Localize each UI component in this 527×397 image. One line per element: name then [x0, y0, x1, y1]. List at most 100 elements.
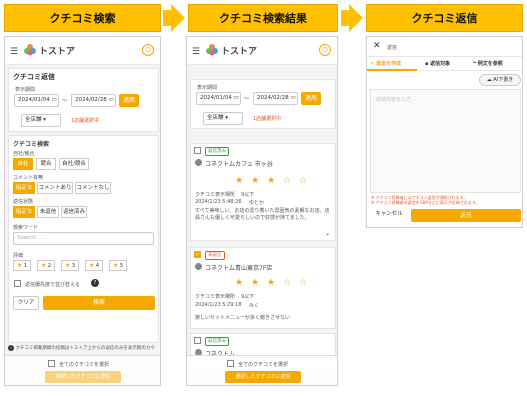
rating-option-2[interactable]: ★ 2: [37, 260, 55, 271]
comment-option-with[interactable]: コメントあり: [37, 182, 73, 194]
clear-button[interactable]: クリア: [13, 296, 39, 310]
store-select[interactable]: 全店舗 ▾: [21, 114, 61, 127]
page-title: クチコミ返信: [13, 73, 55, 81]
bulk-bar: 全てのクチコミを選択 選択したクチコミに返信: [5, 355, 160, 385]
sort-priority-checkbox[interactable]: [14, 280, 21, 287]
close-icon[interactable]: ✕: [373, 41, 381, 51]
review-checkbox[interactable]: ✓: [194, 251, 201, 258]
store-select[interactable]: 全店舗 ▾: [203, 112, 243, 125]
selected-stores-link[interactable]: 1店舗選択中: [71, 117, 99, 124]
step-label: クチコミ検索結果: [219, 12, 307, 25]
date-to-input[interactable]: 2024/02/28 ▭: [253, 92, 298, 105]
review-date: 2024/1/23 5:29:18: [195, 302, 242, 308]
reply-status-label: 返信状態: [13, 199, 34, 205]
pencil-icon: ✎: [370, 61, 375, 67]
selected-stores-link[interactable]: 1店舗選択中: [253, 115, 281, 122]
reply-selected-button[interactable]: 選択したクチコミに返信: [225, 371, 301, 383]
source-label: クチコミ表示場所: [195, 192, 236, 198]
store-name: コネクトムカフェ 市ヶ谷: [205, 161, 273, 168]
star-icon: ★: [112, 262, 119, 269]
quote-icon: ❝: [473, 61, 476, 67]
store-icon: [195, 159, 202, 166]
filter-card: 表示期間 2024/01/04 ▭ 〜 2024/02/28 ▭ 適用 全店舗 …: [190, 79, 336, 129]
owner-option-competitor[interactable]: 競合: [36, 158, 56, 170]
select-all-label: 全てのクチコミを選択: [238, 362, 289, 368]
comment-option-without[interactable]: コメントなし: [75, 182, 111, 194]
status-badge: 未返信: [205, 251, 225, 260]
power-icon[interactable]: ⏻: [319, 44, 331, 56]
apply-button[interactable]: 適用: [119, 94, 139, 107]
menu-icon[interactable]: ☰: [192, 47, 200, 57]
star-empty-icon: ☆: [299, 176, 308, 186]
select-all-checkbox[interactable]: [48, 360, 55, 367]
brand-name: トストア: [221, 47, 258, 57]
review-checkbox[interactable]: [194, 337, 201, 344]
reply-selected-button[interactable]: 選択したクチコミに返信: [45, 371, 121, 383]
step-banner-search: クチコミ検索: [4, 4, 161, 32]
comment-option-any[interactable]: 指定なし: [13, 182, 35, 201]
rating-option-3[interactable]: ★ 3: [61, 260, 79, 271]
select-all-checkbox[interactable]: [227, 360, 234, 367]
search-button[interactable]: 検索: [43, 296, 155, 310]
review-text: 楽しいセットメニューが多く飽きさせない: [195, 315, 291, 321]
app-header: ☰ トストア ⏻: [187, 37, 337, 65]
select-all-label: 全てのクチコミを選択: [59, 362, 110, 368]
star-icon: ★: [16, 262, 23, 269]
cancel-button[interactable]: キャンセル: [370, 209, 408, 222]
reply-textarea[interactable]: 返信内容を入力: [370, 89, 521, 193]
logo-icon: [206, 44, 218, 56]
date-to-input[interactable]: 2024/02/28 ▭: [71, 94, 116, 107]
period-label: 表示期間: [197, 85, 218, 91]
send-button[interactable]: 送信: [411, 209, 521, 222]
review-author: みく: [249, 303, 260, 309]
date-from-input[interactable]: 2024/01/04 ▭: [196, 92, 241, 105]
tab-examples[interactable]: ❝ 例文を参照: [473, 60, 503, 67]
period-label: 表示期間: [15, 87, 36, 93]
reply-option-any[interactable]: 指定なし: [13, 206, 35, 225]
keyword-label: 検索ワード: [13, 225, 39, 231]
expand-chevron-icon[interactable]: ⌄: [325, 230, 330, 237]
bulk-bar: 全てのクチコミを選択 選択したクチコミに返信: [187, 355, 337, 385]
star-icon: ★: [40, 262, 47, 269]
help-icon[interactable]: ?: [91, 279, 99, 287]
store-icon: [195, 263, 202, 270]
ai-draft-button[interactable]: ☁ AI下書き: [479, 74, 521, 86]
star-icon: ★: [235, 176, 244, 186]
owner-option-own[interactable]: 自社: [13, 158, 33, 170]
rating-option-4[interactable]: ★ 4: [85, 260, 103, 271]
rating-option-1[interactable]: ★ 1: [13, 260, 31, 271]
tab-create[interactable]: ✎ 返信を作成: [370, 60, 401, 67]
reply-tabs: ✎ 返信を作成 ▪ 返信対象 ❝ 例文を参照: [367, 57, 522, 71]
filter-card: クチコミ返信 表示期間 2024/01/04 ▭ 〜 2024/02/28 ▭ …: [8, 68, 159, 132]
reply-header: ✕ 返信: [367, 37, 522, 57]
owner-option-both[interactable]: 自社/競合: [59, 158, 89, 170]
star-empty-icon: ☆: [283, 278, 292, 288]
review-checkbox[interactable]: [194, 147, 201, 154]
store-name: コネクトム青山東京7F店: [205, 265, 273, 272]
menu-icon[interactable]: ☰: [10, 47, 18, 57]
star-empty-icon: ☆: [299, 278, 308, 288]
owner-label: 自社/競合: [13, 151, 35, 157]
rating-option-5[interactable]: ★ 5: [109, 260, 127, 271]
comment-label: コメント有無: [13, 175, 44, 181]
star-icon: ★: [64, 262, 71, 269]
date-from-input[interactable]: 2024/01/04 ▭: [14, 94, 59, 107]
power-icon[interactable]: ⏻: [142, 44, 154, 56]
keyword-input[interactable]: Search...: [13, 232, 154, 245]
review-card[interactable]: ✓ 未返信 コネクトム青山東京7F店 ★ ★ ★ ☆ ☆ クチコミ表示場所 9以…: [190, 247, 336, 329]
date-tilde: 〜: [62, 98, 68, 104]
reply-option-replied[interactable]: 返信済み: [61, 206, 87, 218]
tab-target[interactable]: ▪ 返信対象: [425, 60, 450, 67]
app-header: ☰ トストア ⏻: [5, 37, 160, 65]
apply-button[interactable]: 適用: [301, 92, 321, 105]
info-icon: i: [8, 345, 14, 351]
step-banner-results: クチコミ検索結果: [188, 4, 338, 32]
reply-warning-2: ※ クチコミ投稿者の返信をGBPなどに表示が反映されます。: [371, 200, 480, 205]
sort-priority-label: 返信優先度で並び替える: [25, 282, 80, 288]
reply-option-unreplied[interactable]: 未返信: [37, 206, 59, 218]
source-value: 9以下: [241, 192, 255, 198]
review-card[interactable]: 返信済み コネクトムカフェ 市ヶ谷 ★ ★ ★ ☆ ☆ クチコミ表示場所 9以下…: [190, 143, 336, 241]
ai-icon: ☁: [486, 77, 492, 83]
step-banner-reply: クチコミ返信: [366, 4, 523, 32]
review-text: すべて美味しい、お店の雰り着いた雰囲気の素朗なお店。店員さんも優しく可愛らしいの…: [195, 208, 330, 221]
